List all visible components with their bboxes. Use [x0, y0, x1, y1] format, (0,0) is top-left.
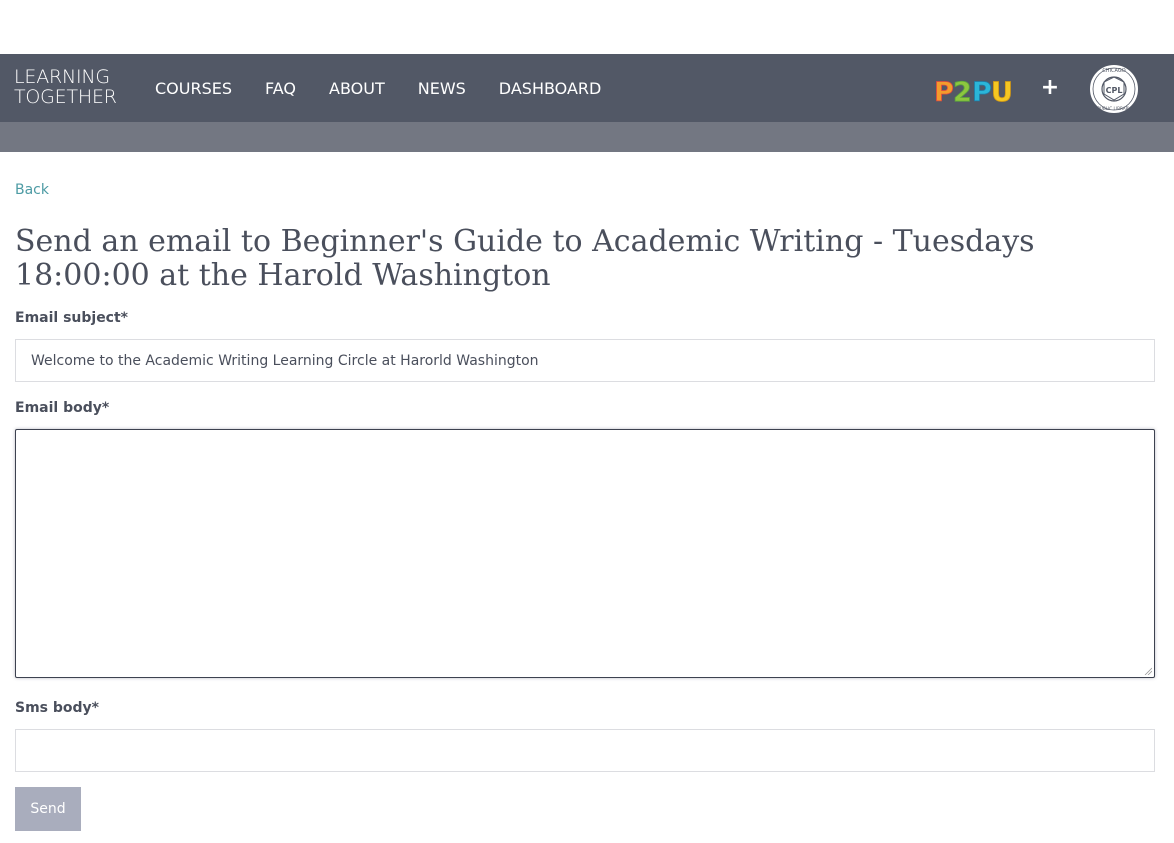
svg-text:2: 2	[953, 77, 972, 104]
email-body-label: Email body*	[15, 400, 110, 416]
sms-body-input[interactable]	[15, 729, 1155, 772]
learning-together-logo[interactable]: LEARNING TOGETHER	[14, 67, 124, 109]
nav-item-news[interactable]: NEWS	[418, 79, 466, 98]
send-button[interactable]: Send	[15, 787, 81, 831]
svg-text:CPL: CPL	[1106, 86, 1123, 95]
svg-text:P: P	[934, 77, 954, 104]
resize-grip-icon[interactable]	[1144, 667, 1152, 675]
top-whitespace	[0, 0, 1174, 54]
email-body-textarea[interactable]	[15, 429, 1155, 678]
main-navbar: LEARNING TOGETHER COURSES FAQ ABOUT NEWS…	[0, 54, 1174, 122]
svg-text:PUBLIC LIBRARY: PUBLIC LIBRARY	[1097, 106, 1131, 111]
sms-body-label: Sms body*	[15, 700, 99, 716]
email-subject-label: Email subject*	[15, 310, 128, 326]
email-subject-input[interactable]	[15, 339, 1155, 382]
main-content: Back Send an email to Beginner's Guide t…	[0, 152, 1174, 831]
svg-text:U: U	[991, 77, 1012, 104]
nav-item-faq[interactable]: FAQ	[265, 79, 296, 98]
nav-item-about[interactable]: ABOUT	[329, 79, 385, 98]
nav-links: COURSES FAQ ABOUT NEWS DASHBOARD	[155, 54, 634, 122]
page-title: Send an email to Beginner's Guide to Aca…	[15, 224, 1035, 293]
plus-icon: +	[1040, 75, 1060, 100]
nav-item-courses[interactable]: COURSES	[155, 79, 232, 98]
back-link[interactable]: Back	[15, 182, 49, 200]
p2pu-logo[interactable]: P 2 P U	[934, 76, 1012, 104]
svg-text:P: P	[972, 77, 992, 104]
chicago-public-library-logo[interactable]: CPL CHICAGO PUBLIC LIBRARY	[1088, 63, 1140, 115]
logo-line-2: TOGETHER	[14, 86, 117, 108]
sub-navbar	[0, 122, 1174, 152]
nav-item-dashboard[interactable]: DASHBOARD	[499, 79, 602, 98]
svg-text:CHICAGO: CHICAGO	[1102, 68, 1125, 74]
logo-line-1: LEARNING	[14, 66, 110, 88]
